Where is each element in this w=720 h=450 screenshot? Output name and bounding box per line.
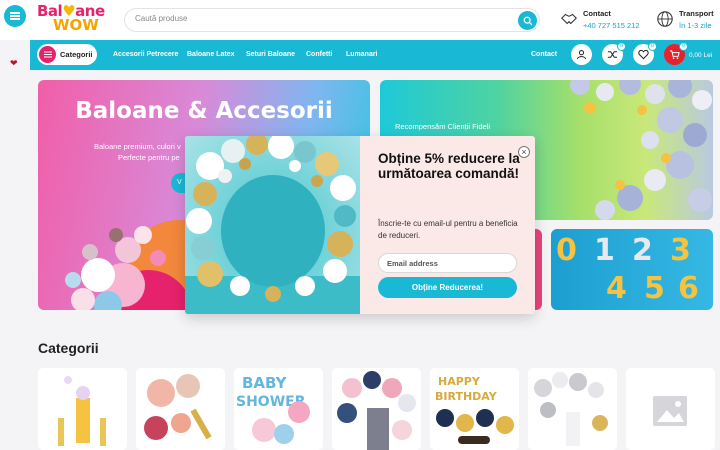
get-discount-button[interactable]: Obține Reducerea!	[378, 277, 517, 298]
site-logo[interactable]: Bal♥ane WOW	[37, 4, 107, 36]
svg-text:BABY: BABY	[242, 374, 288, 392]
category-card[interactable]	[332, 368, 421, 450]
transport-info[interactable]: Transport în 1-3 zile	[656, 8, 718, 34]
top-header: Bal♥ane WOW Contact +40 727 515 212 Tran…	[0, 0, 720, 40]
balloon-arch-image	[185, 136, 360, 314]
category-image	[337, 371, 416, 450]
popup-image	[185, 136, 360, 314]
nav-link-confetti[interactable]: Confetti	[306, 51, 332, 58]
categories-title: Categorii	[38, 340, 99, 356]
category-card[interactable]	[626, 368, 715, 450]
placeholder-image-icon	[653, 396, 687, 426]
hero-subtitle-line1: Baloane premium, culori v	[94, 142, 181, 151]
category-card[interactable]: BABY SHOWER	[234, 368, 323, 450]
svg-text:BIRTHDAY: BIRTHDAY	[435, 390, 498, 403]
category-card[interactable]	[528, 368, 617, 450]
hero-title: Baloane & Accesorii	[75, 98, 333, 124]
transport-subtitle: în 1-3 zile	[679, 21, 712, 30]
nav-link-seturi-baloane[interactable]: Seturi Baloane	[246, 51, 295, 58]
category-image	[144, 374, 212, 440]
number-balloon: 4	[606, 271, 627, 306]
number-balloon: 5	[644, 271, 665, 306]
floating-heart-icon[interactable]: ❤	[10, 58, 18, 69]
shuffle-icon	[607, 51, 618, 58]
category-card[interactable]: HAPPY BIRTHDAY	[430, 368, 519, 450]
category-image: BABYSHOWER	[236, 374, 310, 444]
number-balloon: 3	[670, 233, 691, 268]
menu-icon	[39, 46, 56, 63]
heart-icon	[638, 49, 649, 60]
number-balloon: 1	[594, 233, 615, 268]
hero-subtitle-line2: Perfecte pentru pe	[118, 153, 180, 162]
account-button[interactable]	[571, 44, 592, 65]
search-button[interactable]	[518, 11, 537, 30]
compare-count-badge: 0	[617, 42, 626, 51]
category-image: HAPPY BIRTHDAY	[435, 375, 514, 444]
compare-button[interactable]: 0	[602, 42, 626, 65]
contact-title: Contact	[583, 9, 611, 18]
search-input[interactable]	[135, 14, 515, 23]
handshake-icon	[561, 13, 577, 25]
nav-link-contact[interactable]: Contact	[531, 51, 557, 58]
category-image	[534, 372, 608, 446]
category-card[interactable]	[136, 368, 225, 450]
number-balloon: 2	[632, 233, 653, 268]
cart-icon	[669, 50, 680, 59]
category-card[interactable]	[38, 368, 127, 450]
cart-button[interactable]: 0	[664, 42, 688, 65]
search-bar	[124, 8, 540, 32]
number-balloon: 6	[678, 271, 699, 306]
globe-icon	[657, 11, 673, 27]
categories-menu-button[interactable]: Categorii	[37, 44, 97, 65]
svg-text:HAPPY: HAPPY	[438, 375, 481, 388]
cart-count-badge: 0	[679, 42, 688, 51]
newsletter-popup: × Obține 5% reducere la următoarea coman…	[185, 136, 535, 314]
wishlist-count-badge: 0	[648, 42, 657, 51]
nav-link-lumanari[interactable]: Lumanari	[346, 51, 378, 58]
wishlist-button[interactable]: 0	[633, 42, 657, 65]
search-icon	[523, 16, 532, 25]
nav-link-accesorii-petrecere[interactable]: Accesorii Petrecere	[113, 51, 178, 58]
user-icon	[576, 50, 587, 60]
number-balloon: 0	[556, 233, 577, 268]
email-field[interactable]	[387, 259, 512, 268]
promo-text: Recompensăm Clienții Fideli	[395, 122, 491, 131]
transport-title: Transport	[679, 9, 714, 18]
popup-email-wrapper	[378, 253, 517, 273]
contact-info[interactable]: Contact +40 727 515 212	[560, 8, 650, 34]
popup-description: Înscrie-te cu email-ul pentru a benefici…	[378, 219, 518, 240]
cart-total[interactable]: 0,00 Lei	[689, 52, 712, 59]
nav-link-baloane-latex[interactable]: Baloane Latex	[187, 51, 234, 58]
contact-phone[interactable]: +40 727 515 212	[583, 21, 640, 30]
hamburger-menu-button[interactable]	[4, 5, 26, 27]
category-image	[58, 376, 106, 446]
main-navigation: Categorii Accesorii Petrecere Baloane La…	[30, 40, 720, 70]
hero-numbers-banner[interactable]: 0 1 2 3 4 5 6	[551, 229, 713, 310]
popup-title: Obține 5% reducere la următoarea comandă…	[378, 151, 520, 181]
menu-icon	[10, 15, 20, 17]
